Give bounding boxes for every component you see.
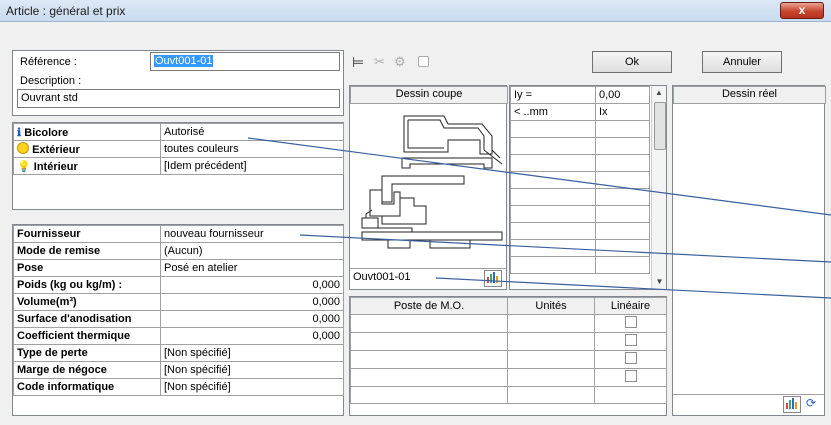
section-drawing-title: Dessin coupe — [350, 86, 508, 104]
profile-icon[interactable]: ⊨ — [352, 54, 364, 71]
inertia-empty-row[interactable] — [510, 188, 650, 206]
inertia-empty-row[interactable] — [510, 120, 650, 138]
description-input[interactable]: Ouvrant std — [17, 89, 340, 108]
inertia-empty-row[interactable] — [510, 137, 650, 155]
properties-group: Fournisseur nouveau fournisseur Mode de r… — [12, 224, 344, 416]
color-row-bicolore[interactable]: ℹ Bicolore Autorisé — [13, 123, 344, 141]
section-drawing-panel: Dessin coupe Ouvt001-01 — [349, 85, 508, 290]
labor-row[interactable] — [350, 350, 667, 369]
labor-row[interactable] — [350, 386, 667, 404]
labor-table-panel: Poste de M.O. Unités Linéaire — [349, 296, 667, 416]
prop-row[interactable]: Volume(m³) 0,000 — [13, 293, 344, 311]
inertia-empty-row[interactable] — [510, 239, 650, 257]
labor-row[interactable] — [350, 368, 667, 387]
section-drawing-reference: Ouvt001-01 — [353, 271, 411, 283]
close-button[interactable]: x — [780, 2, 824, 19]
bulb-on-icon — [17, 142, 29, 154]
cut-icon[interactable]: ✂ — [374, 54, 385, 70]
reference-input[interactable]: Ouvt001-01 — [150, 52, 340, 71]
scroll-thumb[interactable] — [654, 102, 666, 150]
prop-row[interactable]: Marge de négoce [Non spécifié] — [13, 361, 344, 379]
section-drawing-footer: Ouvt001-01 — [350, 268, 506, 289]
linear-checkbox[interactable] — [624, 352, 637, 364]
linear-checkbox[interactable] — [624, 334, 637, 346]
cancel-button[interactable]: Annuler — [702, 51, 782, 73]
assembly-icon[interactable]: ⚙ — [394, 54, 406, 70]
info-icon: ℹ — [17, 126, 22, 139]
inertia-empty-row[interactable] — [510, 222, 650, 240]
inertia-empty-row[interactable] — [510, 154, 650, 172]
scroll-up-arrow[interactable]: ▲ — [652, 86, 666, 100]
prop-row[interactable]: Pose Posé en atelier — [13, 259, 344, 277]
labor-table-header: Poste de M.O. Unités Linéaire — [350, 297, 667, 315]
linear-checkbox[interactable] — [624, 370, 637, 382]
real-drawing-panel: Dessin réel ⟳ — [672, 85, 826, 416]
section-drawing-canvas — [361, 115, 503, 249]
chart-icon[interactable] — [484, 270, 502, 287]
inertia-header-row[interactable]: Iy = 0,00 — [510, 86, 650, 104]
prop-row[interactable]: Surface d'anodisation 0,000 — [13, 310, 344, 328]
prop-row[interactable]: Type de perte [Non spécifié] — [13, 344, 344, 362]
prop-row[interactable]: Mode de remise (Aucun) — [13, 242, 344, 260]
bulb-off-icon: 💡 — [17, 160, 31, 173]
inertia-empty-row[interactable] — [510, 171, 650, 189]
linear-checkbox[interactable] — [624, 316, 637, 328]
inertia-empty-row[interactable] — [510, 205, 650, 223]
color-row-exterieur[interactable]: Extérieur toutes couleurs — [13, 140, 344, 158]
refresh-icon[interactable]: ⟳ — [803, 396, 819, 411]
scroll-down-arrow[interactable]: ▼ — [652, 275, 667, 289]
option-checkbox[interactable] — [418, 56, 429, 67]
inertia-empty-row[interactable] — [510, 256, 650, 274]
reference-label: Référence : — [20, 56, 77, 68]
colors-group: ℹ Bicolore Autorisé Extérieur toutes cou… — [12, 122, 344, 210]
window-title: Article : général et prix — [6, 4, 126, 18]
prop-row[interactable]: Fournisseur nouveau fournisseur — [13, 225, 344, 243]
labor-row[interactable] — [350, 314, 667, 333]
prop-row[interactable]: Code informatique [Non spécifié] — [13, 378, 344, 396]
prop-row[interactable]: Poids (kg ou kg/m) :0,000 — [13, 276, 344, 294]
chart-icon[interactable] — [783, 396, 801, 413]
reference-value: Ouvt001-01 — [154, 55, 214, 67]
inertia-scrollbar[interactable]: ▲ ▼ — [651, 86, 666, 289]
inertia-panel: Iy = 0,00 < ..mm Ix ▲ ▼ — [509, 85, 667, 290]
description-label: Description : — [20, 75, 82, 87]
real-drawing-canvas — [673, 102, 824, 392]
inertia-unit-row[interactable]: < ..mm Ix — [510, 103, 650, 121]
color-row-interieur[interactable]: 💡 Intérieur [Idem précédent] — [13, 157, 344, 175]
ok-button[interactable]: Ok — [592, 51, 672, 73]
labor-row[interactable] — [350, 332, 667, 351]
toolbar: ⊨ ✂ ⚙ — [352, 54, 452, 70]
prop-row[interactable]: Coefficient thermique 0,000 — [13, 327, 344, 345]
